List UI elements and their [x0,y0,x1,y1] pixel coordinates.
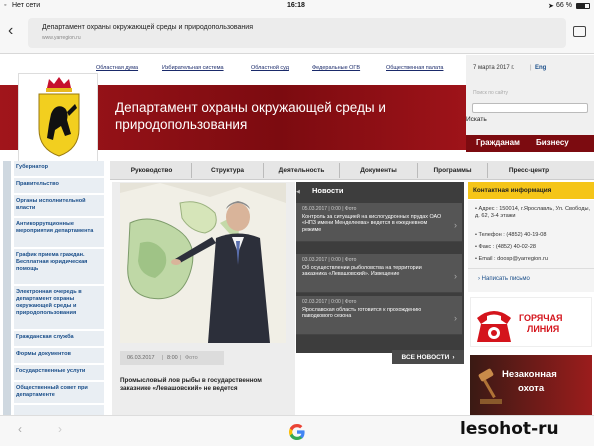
news-item[interactable]: 02.03.2017 | 0:00 | Фото Ярославская обл… [296,296,462,335]
chevron-right-icon: › [454,313,457,323]
tab-documents[interactable]: Документы [340,163,418,178]
divider [468,268,594,269]
top-links: Областная дума Избирательная система Обл… [90,55,464,79]
link-federal-ogv[interactable]: Федеральные ОГВ [312,65,360,71]
nav-forward-icon[interactable]: › [58,422,62,436]
sidebar-item-public-services[interactable]: Государственные услуги [14,365,104,381]
tab-press-center[interactable]: Пресс-центр [488,163,570,178]
tab-activity[interactable]: Деятельность [264,163,340,178]
sidebar-item-reception-schedule[interactable]: График приема граждан. Бесплатная юридич… [14,249,104,285]
tabs-icon[interactable] [573,26,586,37]
bear-crest-icon [38,77,80,157]
chevron-right-icon: › [454,271,457,281]
tab-leadership[interactable]: Руководство [112,163,192,178]
browser-bottom-bar: ‹ › lesohot-ru [0,415,594,446]
news-date: 05.03.2017 | 0:00 | Фото [302,206,357,212]
contact-title: Контактная информация [473,187,552,194]
back-icon[interactable]: ‹ [8,22,13,40]
contact-body: • Адрес : 150014, г.Ярославль, Ул. Свобо… [468,200,594,292]
status-bar: ◦ Нет сети 16:18 ➤ 66 % [0,0,594,12]
battery-icon [576,3,590,9]
all-news-button[interactable]: ВСЕ НОВОСТИ › [392,350,464,364]
coat-of-arms [18,73,98,163]
write-letter-link[interactable]: › Написать письмо [478,276,530,282]
feature-photo[interactable] [120,183,286,343]
date-lang-box: 7 марта 2017 г. | Eng [466,55,594,85]
news-date: 02.03.2017 | 0:00 | Фото [302,299,357,305]
tab-programs[interactable]: Программы [418,163,488,178]
search-block: Поиск по сайту Искать [466,85,594,135]
news-text: Ярославская область готовится к прохожде… [302,307,422,320]
chevron-right-icon: › [454,220,457,230]
red-phone-icon [477,311,511,342]
carrier-label: Нет сети [12,2,41,9]
sidebar-item-more[interactable] [14,405,104,415]
illegal-text-2: охота [518,383,545,394]
search-button[interactable]: Искать [466,116,487,123]
feature-type: Фото [185,355,198,361]
contact-phone: • Телефон : (4852) 40-19-08 [475,232,547,238]
link-public-chamber[interactable]: Общественная палата [386,65,443,71]
link-election-system[interactable]: Избирательная система [162,65,224,71]
business-button[interactable]: Бизнесу [536,138,569,147]
feature-caption[interactable]: Промысловый лов рыбы в государственном з… [120,377,288,393]
sidebar-item-civil-service[interactable]: Гражданская служба [14,331,104,347]
current-date: 7 марта 2017 г. [473,65,515,71]
battery-percent: 66 % [556,2,572,9]
illegal-text-1: Незаконная [502,369,557,380]
watermark: lesohot-ru [460,419,559,439]
news-triangle-icon: ◀ [296,189,300,195]
contact-email[interactable]: • Email : doosp@yarregion.ru [475,256,548,262]
news-text: Контроль за ситуацией на кислогудронных … [302,214,442,233]
header-actions: Гражданам Бизнесу [466,135,594,152]
hotline-text-2: ЛИНИЯ [527,324,560,334]
contact-fax: • Факс : (4852) 40-02-28 [475,244,536,250]
sidebar-accent [3,161,11,415]
link-oblast-duma[interactable]: Областная дума [96,65,138,71]
arrow-right-icon: › [452,353,455,361]
web-page: Областная дума Избирательная система Обл… [0,55,594,415]
sidebar-item-electronic-queue[interactable]: Электронная очередь в департамент охраны… [14,286,104,330]
search-input[interactable] [472,103,588,113]
browser-toolbar: ‹ Департамент охраны окружающей среды и … [0,12,594,54]
sidebar-item-executive-bodies[interactable]: Органы исполнительной власти [14,195,104,217]
contact-header: Контактная информация [468,182,594,199]
nav-back-icon[interactable]: ‹ [18,422,22,436]
sidebar-item-doc-forms[interactable]: Формы документов [14,348,104,364]
wifi-icon: ◦ [4,2,7,9]
lang-switch[interactable]: Eng [535,65,546,71]
news-date: 03.03.2017 | 0:00 | Фото [302,257,357,263]
location-icon: ➤ [548,3,554,10]
news-item[interactable]: 05.03.2017 | 0:00 | Фото Контроль за сит… [296,203,462,242]
sidebar-item-anticorruption[interactable]: Антикоррупционные мероприятия департамен… [14,218,104,248]
department-title: Департамент охраны окружающей среды и пр… [115,100,386,132]
search-placeholder: Поиск по сайту [473,90,509,96]
feature-time: 8:00 [167,355,178,361]
news-title: Новости [312,186,344,195]
feature-date: 06.03.2017 [127,355,155,361]
google-icon[interactable] [287,422,307,442]
clock: 16:18 [287,2,305,9]
hotline-text-1: ГОРЯЧАЯ [519,313,563,323]
illegal-hunting-banner[interactable]: Незаконная охота [470,355,592,415]
hotline-banner[interactable]: ГОРЯЧАЯ ЛИНИЯ [470,297,592,347]
url-text: www.yarregion.ru [42,35,81,41]
official-at-map-image [120,183,286,343]
tab-structure[interactable]: Структура [192,163,264,178]
sidebar-item-public-council[interactable]: Общественный совет при департаменте [14,382,104,404]
contact-address: • Адрес : 150014, г.Ярославль, Ул. Свобо… [475,206,591,220]
news-item[interactable]: 03.03.2017 | 0:00 | Фото Об осуществлени… [296,254,462,293]
news-text: Об осуществлении рыболовства на территор… [302,265,422,278]
citizens-button[interactable]: Гражданам [476,138,520,147]
link-oblast-court[interactable]: Областной суд [251,65,289,71]
sidebar-item-governor[interactable]: Губернатор [14,161,104,177]
page-title-in-bar: Департамент охраны окружающей среды и пр… [42,24,253,31]
sidebar-item-government[interactable]: Правительство [14,178,104,194]
feature-meta: 06.03.2017 | 8:00 | Фото [120,351,224,365]
address-field[interactable]: Департамент охраны окружающей среды и пр… [28,18,566,48]
